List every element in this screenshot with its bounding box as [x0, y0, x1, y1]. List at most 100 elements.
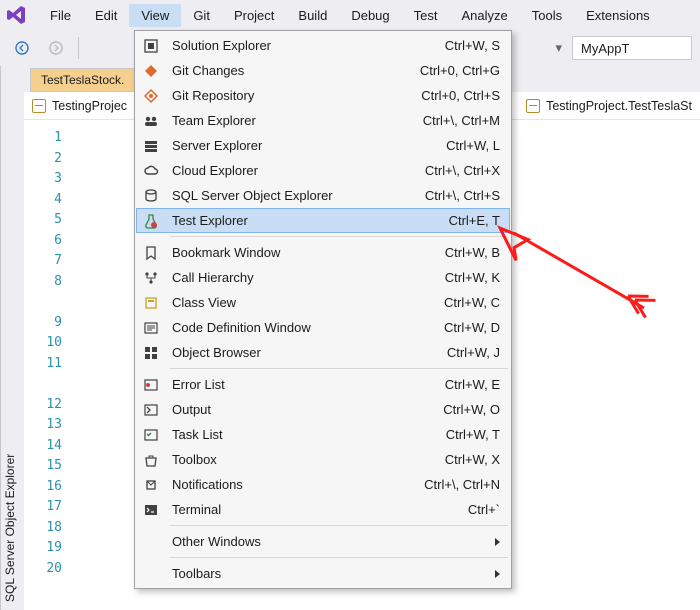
menu-item-label: Notifications — [172, 477, 424, 492]
menu-item-toolbox[interactable]: ToolboxCtrl+W, X — [136, 447, 510, 472]
menubar-item-analyze[interactable]: Analyze — [449, 4, 519, 27]
line-number: 3 — [24, 169, 62, 190]
menu-item-code-definition-window[interactable]: Code Definition WindowCtrl+W, D — [136, 315, 510, 340]
blank-icon — [140, 533, 162, 551]
menu-item-output[interactable]: OutputCtrl+W, O — [136, 397, 510, 422]
line-number: 4 — [24, 190, 62, 211]
menu-item-label: Git Repository — [172, 88, 421, 103]
menu-item-test-explorer[interactable]: Test ExplorerCtrl+E, T — [136, 208, 510, 233]
line-number: 2 — [24, 149, 62, 170]
menu-item-shortcut: Ctrl+\, Ctrl+N — [424, 477, 500, 492]
line-gutter: 1234567891011121314151617181920 — [24, 120, 72, 610]
nav-scope-right-label: TestingProject.TestTeslaSt — [546, 99, 692, 113]
menu-item-other-windows[interactable]: Other Windows — [136, 529, 510, 554]
menu-item-team-explorer[interactable]: Team ExplorerCtrl+\, Ctrl+M — [136, 108, 510, 133]
nav-scope-left[interactable]: TestingProjec — [32, 99, 127, 113]
test-icon — [140, 212, 162, 230]
menu-item-label: Toolbars — [172, 566, 495, 581]
menu-item-label: Object Browser — [172, 345, 447, 360]
menu-item-shortcut: Ctrl+W, B — [445, 245, 500, 260]
menubar-item-tools[interactable]: Tools — [520, 4, 574, 27]
line-number: 6 — [24, 231, 62, 252]
menu-item-server-explorer[interactable]: Server ExplorerCtrl+W, L — [136, 133, 510, 158]
nav-scope-right[interactable]: TestingProject.TestTeslaSt — [526, 99, 692, 113]
solution-icon — [140, 37, 162, 55]
submenu-arrow-icon — [495, 538, 500, 546]
class-view-icon — [140, 294, 162, 312]
git-changes-icon — [140, 62, 162, 80]
menu-item-label: Bookmark Window — [172, 245, 445, 260]
nav-back-button[interactable] — [8, 34, 36, 62]
menubar-item-project[interactable]: Project — [222, 4, 286, 27]
menubar-item-edit[interactable]: Edit — [83, 4, 129, 27]
line-number: 18 — [24, 518, 62, 539]
project-selector[interactable]: MyAppT — [572, 36, 692, 60]
menubar-item-build[interactable]: Build — [286, 4, 339, 27]
menu-separator — [170, 368, 508, 369]
menu-item-error-list[interactable]: Error ListCtrl+W, E — [136, 372, 510, 397]
menu-separator — [170, 525, 508, 526]
menu-item-shortcut: Ctrl+\, Ctrl+X — [425, 163, 500, 178]
menu-item-label: Server Explorer — [172, 138, 446, 153]
menu-item-sql-server-object-explorer[interactable]: SQL Server Object ExplorerCtrl+\, Ctrl+S — [136, 183, 510, 208]
line-number: 5 — [24, 210, 62, 231]
side-tab-sql-explorer[interactable]: SQL Server Object Explorer — [0, 66, 24, 610]
menu-item-notifications[interactable]: NotificationsCtrl+\, Ctrl+N — [136, 472, 510, 497]
menu-item-shortcut: Ctrl+W, S — [445, 38, 500, 53]
nav-fwd-button[interactable] — [42, 34, 70, 62]
menu-item-shortcut: Ctrl+W, L — [446, 138, 500, 153]
code-def-icon — [140, 319, 162, 337]
menubar-item-file[interactable]: File — [38, 4, 83, 27]
menu-item-class-view[interactable]: Class ViewCtrl+W, C — [136, 290, 510, 315]
view-menu-dropdown: Solution ExplorerCtrl+W, SGit ChangesCtr… — [134, 30, 512, 589]
line-number: 12 — [24, 395, 62, 416]
menu-item-shortcut: Ctrl+0, Ctrl+S — [421, 88, 500, 103]
team-icon — [140, 112, 162, 130]
menu-item-object-browser[interactable]: Object BrowserCtrl+W, J — [136, 340, 510, 365]
menu-item-label: Test Explorer — [172, 213, 449, 228]
cloud-icon — [140, 162, 162, 180]
menu-item-label: Other Windows — [172, 534, 495, 549]
menu-item-label: Task List — [172, 427, 446, 442]
toolbox-icon — [140, 451, 162, 469]
menu-separator — [170, 236, 508, 237]
menubar-item-test[interactable]: Test — [402, 4, 450, 27]
menu-item-task-list[interactable]: Task ListCtrl+W, T — [136, 422, 510, 447]
menu-item-call-hierarchy[interactable]: Call HierarchyCtrl+W, K — [136, 265, 510, 290]
obj-browser-icon — [140, 344, 162, 362]
line-number: 15 — [24, 456, 62, 477]
menubar-item-git[interactable]: Git — [181, 4, 222, 27]
line-number: 13 — [24, 415, 62, 436]
menu-item-shortcut: Ctrl+W, E — [445, 377, 500, 392]
task-list-icon — [140, 426, 162, 444]
csharp-project-icon — [32, 99, 46, 113]
csharp-class-icon — [526, 99, 540, 113]
server-icon — [140, 137, 162, 155]
menu-item-cloud-explorer[interactable]: Cloud ExplorerCtrl+\, Ctrl+X — [136, 158, 510, 183]
menu-item-git-changes[interactable]: Git ChangesCtrl+0, Ctrl+G — [136, 58, 510, 83]
blank-icon — [140, 565, 162, 583]
menubar-item-extensions[interactable]: Extensions — [574, 4, 662, 27]
menu-item-bookmark-window[interactable]: Bookmark WindowCtrl+W, B — [136, 240, 510, 265]
dropdown-caret-icon[interactable]: ▾ — [555, 40, 562, 56]
menu-item-git-repository[interactable]: Git RepositoryCtrl+0, Ctrl+S — [136, 83, 510, 108]
menu-item-shortcut: Ctrl+W, T — [446, 427, 500, 442]
submenu-arrow-icon — [495, 570, 500, 578]
menu-item-label: Toolbox — [172, 452, 445, 467]
menu-item-label: Git Changes — [172, 63, 420, 78]
menubar-item-view[interactable]: View — [129, 4, 181, 27]
line-number: 8 — [24, 272, 62, 293]
line-number: 10 — [24, 333, 62, 354]
file-tab[interactable]: TestTeslaStock. — [30, 68, 135, 92]
menubar-item-debug[interactable]: Debug — [339, 4, 401, 27]
line-number: 1 — [24, 128, 62, 149]
menu-item-label: Team Explorer — [172, 113, 423, 128]
menu-item-label: SQL Server Object Explorer — [172, 188, 425, 203]
menu-item-toolbars[interactable]: Toolbars — [136, 561, 510, 586]
terminal-icon — [140, 501, 162, 519]
menu-item-label: Output — [172, 402, 443, 417]
menu-item-terminal[interactable]: TerminalCtrl+` — [136, 497, 510, 522]
project-selector-label: MyAppT — [581, 41, 629, 56]
menu-item-solution-explorer[interactable]: Solution ExplorerCtrl+W, S — [136, 33, 510, 58]
menubar: FileEditViewGitProjectBuildDebugTestAnal… — [0, 0, 700, 30]
